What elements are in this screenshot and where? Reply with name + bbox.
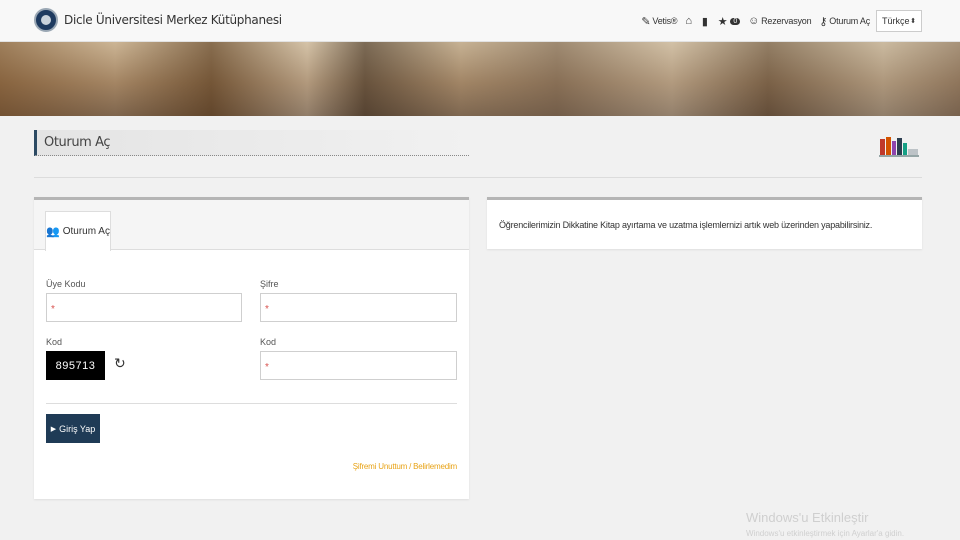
nav-home[interactable]: ⌂ xyxy=(685,15,693,27)
book-icon: ▮ xyxy=(701,15,708,28)
books-icon xyxy=(879,137,919,157)
password-label: Şifre xyxy=(260,279,279,289)
captcha-input[interactable]: * xyxy=(260,351,457,380)
brand-link[interactable]: Dicle Üniversitesi Merkez Kütüphanesi xyxy=(34,8,282,32)
header-divider xyxy=(34,177,922,178)
required-mark: * xyxy=(265,362,269,373)
nav-login[interactable]: ⚷ Oturum Aç xyxy=(819,15,870,28)
notice-text: Öğrencilerimizin Dikkatine Kitap ayırtam… xyxy=(499,220,873,230)
captcha-image: 895713 xyxy=(46,351,105,380)
nav-links: ✎ Vetis® ⌂ ▮ ★ 0 ☺ Rezervasyon ⚷ Oturum … xyxy=(633,10,922,32)
edit-icon: ✎ xyxy=(641,15,651,28)
member-code-label: Üye Kodu xyxy=(46,279,86,289)
library-banner-image xyxy=(0,42,960,116)
member-code-input[interactable]: * xyxy=(46,293,242,322)
required-mark: * xyxy=(265,304,269,315)
star-icon: ★ xyxy=(717,15,728,28)
tab-login-label: Oturum Aç xyxy=(62,226,110,237)
forgot-password-link[interactable]: Şifremi Unuttum / Belirlemedim xyxy=(353,462,457,471)
nav-vetis-label: Vetis® xyxy=(652,16,678,26)
nav-books[interactable]: ▮ xyxy=(702,15,710,28)
play-icon: ▶ xyxy=(50,425,57,433)
refresh-captcha-icon[interactable]: ↻ xyxy=(114,355,126,372)
captcha-label: Kod xyxy=(46,337,63,347)
password-input[interactable]: * xyxy=(260,293,457,322)
required-mark: * xyxy=(51,304,55,315)
key-icon: ⚷ xyxy=(819,15,828,28)
login-panel: 👥 Oturum Aç Üye Kodu * Şifre * Kod 89571… xyxy=(34,197,469,499)
login-submit-button[interactable]: ▶ Giriş Yap xyxy=(46,414,100,443)
nav-favorites[interactable]: ★ 0 xyxy=(717,15,741,28)
nav-login-label: Oturum Aç xyxy=(829,16,870,26)
notice-panel: Öğrencilerimizin Dikkatine Kitap ayırtam… xyxy=(487,197,922,249)
code-input-label: Kod xyxy=(260,337,277,347)
captcha-code: 895713 xyxy=(55,359,96,372)
page-title-bar: Oturum Aç xyxy=(34,130,469,156)
brand-name: Dicle Üniversitesi Merkez Kütüphanesi xyxy=(64,13,282,27)
university-logo-icon xyxy=(34,8,58,32)
form-divider xyxy=(46,403,457,404)
tab-login[interactable]: 👥 Oturum Aç xyxy=(45,211,111,251)
nav-vetis[interactable]: ✎ Vetis® xyxy=(641,15,677,28)
nav-reservation[interactable]: ☺ Rezervasyon xyxy=(748,15,812,27)
page-title: Oturum Aç xyxy=(44,135,111,150)
users-icon: 👥 xyxy=(46,226,60,238)
favorites-count-badge: 0 xyxy=(730,17,741,25)
windows-activation-subtitle: Windows'u etkinleştirmek için Ayarlar'a … xyxy=(746,529,905,538)
home-icon: ⌂ xyxy=(685,15,692,27)
top-navbar: Dicle Üniversitesi Merkez Kütüphanesi ✎ … xyxy=(0,0,960,42)
login-submit-label: Giriş Yap xyxy=(59,423,96,434)
windows-activation-title: Windows'u Etkinleştir xyxy=(746,510,869,525)
nav-reservation-label: Rezervasyon xyxy=(761,16,812,26)
login-tab-strip: 👥 Oturum Aç xyxy=(34,200,469,251)
language-select[interactable]: Türkçe ⬍ xyxy=(876,10,922,32)
language-value: Türkçe xyxy=(882,16,910,26)
select-arrows-icon: ⬍ xyxy=(910,18,916,25)
user-icon: ☺ xyxy=(748,15,760,27)
